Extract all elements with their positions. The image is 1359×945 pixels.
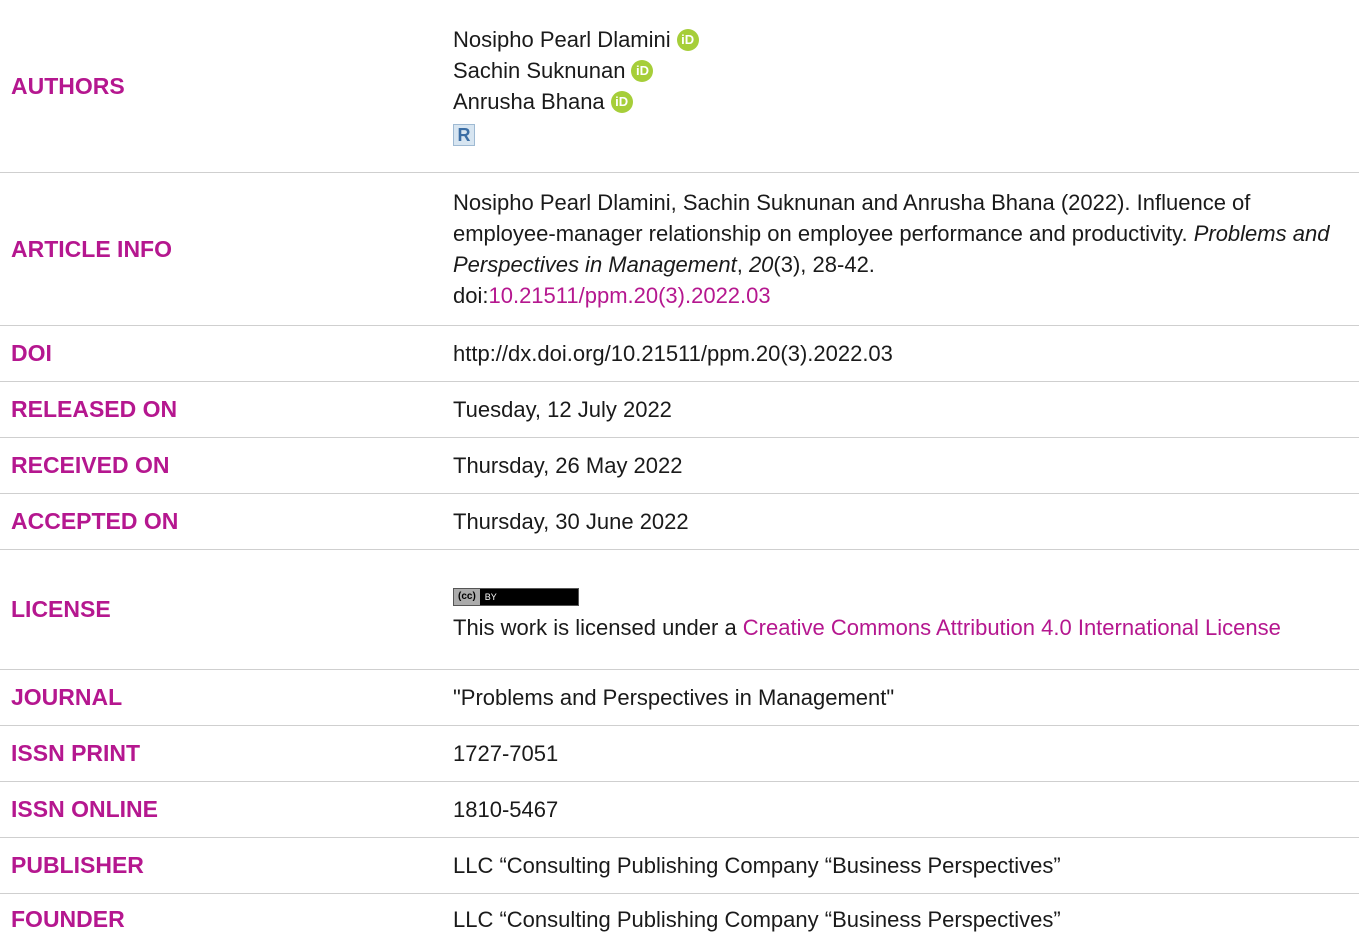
article-metadata-page: AUTHORS Nosipho Pearl Dlamini iD Sachin … bbox=[0, 0, 1359, 945]
orcid-icon[interactable]: iD bbox=[676, 28, 699, 51]
doi-value: http://dx.doi.org/10.21511/ppm.20(3).202… bbox=[453, 341, 893, 366]
citation-volume: 20 bbox=[748, 252, 774, 277]
license-text: This work is licensed under a bbox=[453, 615, 743, 640]
row-license: LICENSE (cc) BY This work is licensed un… bbox=[0, 550, 1359, 670]
released-on-label: RELEASED ON bbox=[11, 396, 178, 422]
accepted-on-label: ACCEPTED ON bbox=[11, 508, 179, 534]
license-text-block: This work is licensed under a Creative C… bbox=[453, 612, 1353, 643]
citation-text: Nosipho Pearl Dlamini, Sachin Suknunan a… bbox=[453, 190, 1251, 246]
row-issn-online: ISSN ONLINE 1810-5467 bbox=[0, 782, 1359, 838]
journal-label: JOURNAL bbox=[11, 684, 123, 710]
founder-value: LLC “Consulting Publishing Company “Busi… bbox=[453, 907, 1061, 932]
publisher-value: LLC “Consulting Publishing Company “Busi… bbox=[453, 853, 1061, 878]
row-released-on: RELEASED ON Tuesday, 12 July 2022 bbox=[0, 382, 1359, 438]
author-name[interactable]: Sachin Suknunan bbox=[453, 55, 625, 86]
issn-print-value: 1727-7051 bbox=[453, 741, 559, 766]
license-label: LICENSE bbox=[11, 596, 111, 622]
publisher-label: PUBLISHER bbox=[11, 852, 144, 878]
issn-online-value: 1810-5467 bbox=[453, 797, 559, 822]
founder-label: FOUNDER bbox=[11, 906, 125, 932]
license-value: (cc) BY This work is licensed under a Cr… bbox=[453, 576, 1359, 643]
citation-comma: , bbox=[736, 252, 749, 277]
journal-value: "Problems and Perspectives in Management… bbox=[453, 685, 895, 710]
article-info-citation: Nosipho Pearl Dlamini, Sachin Suknunan a… bbox=[453, 187, 1359, 311]
row-founder: FOUNDER LLC “Consulting Publishing Compa… bbox=[0, 894, 1359, 945]
license-link[interactable]: Creative Commons Attribution 4.0 Interna… bbox=[743, 615, 1281, 640]
doi-link[interactable]: 10.21511/ppm.20(3).2022.03 bbox=[488, 283, 770, 308]
row-accepted-on: ACCEPTED ON Thursday, 30 June 2022 bbox=[0, 494, 1359, 550]
author-name[interactable]: Nosipho Pearl Dlamini bbox=[453, 24, 671, 55]
cc-icon: (cc) bbox=[454, 589, 480, 605]
author-item: R bbox=[453, 117, 1353, 148]
author-item: Sachin Suknunan iD bbox=[453, 55, 1353, 86]
row-journal: JOURNAL "Problems and Perspectives in Ma… bbox=[0, 670, 1359, 726]
orcid-icon[interactable]: iD bbox=[631, 59, 654, 82]
received-on-value: Thursday, 26 May 2022 bbox=[453, 453, 683, 478]
row-doi: DOI http://dx.doi.org/10.21511/ppm.20(3)… bbox=[0, 326, 1359, 382]
received-on-label: RECEIVED ON bbox=[11, 452, 170, 478]
orcid-icon[interactable]: iD bbox=[610, 90, 633, 113]
released-on-value: Tuesday, 12 July 2022 bbox=[453, 397, 672, 422]
row-authors: AUTHORS Nosipho Pearl Dlamini iD Sachin … bbox=[0, 0, 1359, 173]
issn-print-label: ISSN PRINT bbox=[11, 740, 141, 766]
row-received-on: RECEIVED ON Thursday, 26 May 2022 bbox=[0, 438, 1359, 494]
accepted-on-value: Thursday, 30 June 2022 bbox=[453, 509, 689, 534]
author-name[interactable]: Anrusha Bhana bbox=[453, 86, 605, 117]
doi-label: DOI bbox=[11, 340, 52, 366]
author-item: Nosipho Pearl Dlamini iD bbox=[453, 24, 1353, 55]
authors-list: Nosipho Pearl Dlamini iD Sachin Suknunan… bbox=[453, 24, 1359, 148]
citation-issue-pages: (3), 28-42. bbox=[773, 252, 875, 277]
cc-by-badge[interactable]: (cc) BY bbox=[453, 588, 579, 606]
row-issn-print: ISSN PRINT 1727-7051 bbox=[0, 726, 1359, 782]
authors-label: AUTHORS bbox=[11, 72, 125, 99]
doi-prefix: doi: bbox=[453, 283, 489, 308]
row-article-info: ARTICLE INFO Nosipho Pearl Dlamini, Sach… bbox=[0, 173, 1359, 326]
researcherid-icon[interactable]: R bbox=[453, 123, 475, 146]
article-info-label: ARTICLE INFO bbox=[11, 235, 172, 262]
issn-online-label: ISSN ONLINE bbox=[11, 796, 158, 822]
row-publisher: PUBLISHER LLC “Consulting Publishing Com… bbox=[0, 838, 1359, 894]
author-item: Anrusha Bhana iD bbox=[453, 86, 1353, 117]
by-icon: BY bbox=[484, 592, 497, 602]
